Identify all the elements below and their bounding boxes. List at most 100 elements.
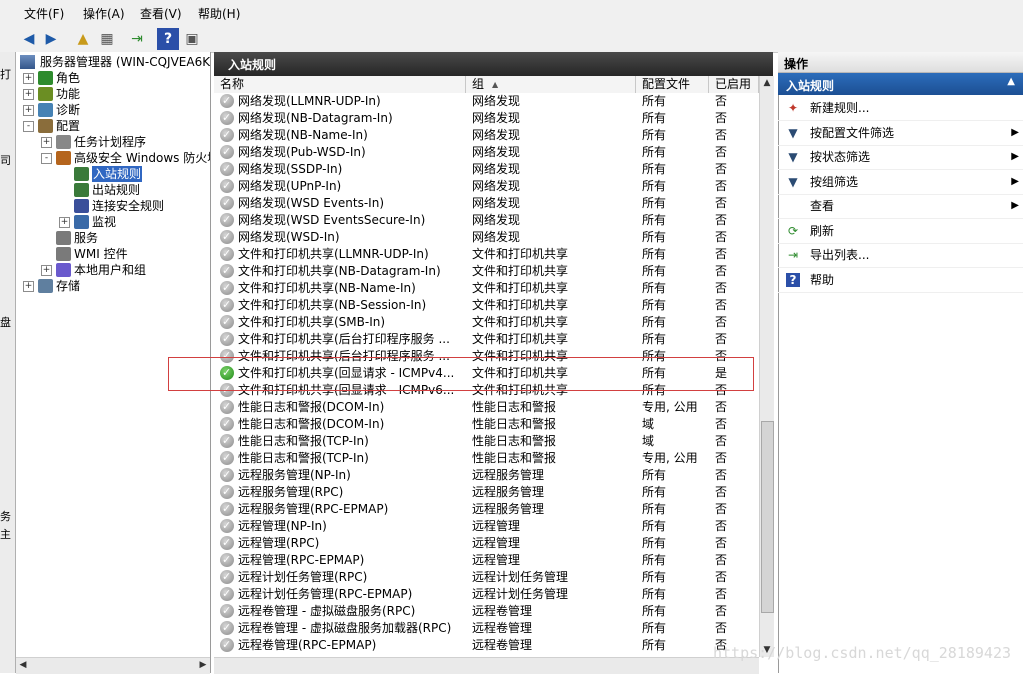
back-icon[interactable]: ◀ <box>18 28 40 50</box>
expand-icon[interactable]: + <box>41 265 52 276</box>
expand-icon[interactable]: + <box>41 137 52 148</box>
tree-item[interactable]: 出站规则 <box>16 182 210 198</box>
action-1[interactable]: ▼ 按配置文件筛选 ▶ <box>778 121 1023 146</box>
rule-name: 网络发现(SSDP-In) <box>238 162 343 176</box>
list-vertical-scrollbar[interactable]: ▲ ▼ <box>759 76 774 657</box>
action-0[interactable]: ✦ 新建规则... <box>778 96 1023 121</box>
tree-item[interactable]: + 任务计划程序 <box>16 134 210 150</box>
rule-row[interactable]: 文件和打印机共享(后台打印程序服务 ... 文件和打印机共享 所有 否 <box>214 330 759 348</box>
expand-icon[interactable]: + <box>23 89 34 100</box>
rule-row[interactable]: 远程计划任务管理(RPC) 远程计划任务管理 所有 否 <box>214 568 759 586</box>
collapse-icon[interactable]: ▲ <box>1007 76 1015 87</box>
action-5[interactable]: ⟳ 刷新 <box>778 219 1023 244</box>
tree-horizontal-scrollbar[interactable]: ◀ ▶ <box>16 657 210 674</box>
menu-item[interactable]: 文件(F) <box>24 5 64 22</box>
rule-row[interactable]: 远程服务管理(RPC-EPMAP) 远程服务管理 所有 否 <box>214 500 759 518</box>
column-enabled[interactable]: 已启用 <box>709 76 759 93</box>
rule-row[interactable]: 远程卷管理 - 虚拟磁盘服务加载器(RPC) 远程卷管理 所有 否 <box>214 619 759 637</box>
rule-row[interactable]: 网络发现(NB-Datagram-In) 网络发现 所有 否 <box>214 109 759 127</box>
scroll-up-icon[interactable]: ▲ <box>760 76 774 90</box>
rule-row[interactable]: 性能日志和警报(DCOM-In) 性能日志和警报 域 否 <box>214 415 759 433</box>
collapse-icon[interactable]: - <box>23 121 34 132</box>
rule-name: 性能日志和警报(DCOM-In) <box>238 417 385 431</box>
rule-enabled: 否 <box>715 417 728 431</box>
scroll-thumb[interactable] <box>761 421 774 613</box>
list-horizontal-scrollbar[interactable] <box>214 657 759 674</box>
expand-icon[interactable]: + <box>23 105 34 116</box>
rule-row[interactable]: 远程管理(RPC) 远程管理 所有 否 <box>214 534 759 552</box>
action-2[interactable]: ▼ 按状态筛选 ▶ <box>778 145 1023 170</box>
rule-row[interactable]: 文件和打印机共享(NB-Session-In) 文件和打印机共享 所有 否 <box>214 296 759 314</box>
rule-row[interactable]: 远程计划任务管理(RPC-EPMAP) 远程计划任务管理 所有 否 <box>214 585 759 603</box>
collapse-icon[interactable]: - <box>41 153 52 164</box>
tree-item[interactable]: 入站规则 <box>16 166 210 182</box>
tree-item[interactable]: 连接安全规则 <box>16 198 210 214</box>
rule-row[interactable]: 远程服务管理(NP-In) 远程服务管理 所有 否 <box>214 466 759 484</box>
rule-name: 网络发现(WSD EventsSecure-In) <box>238 213 426 227</box>
rule-row[interactable]: 网络发现(NB-Name-In) 网络发现 所有 否 <box>214 126 759 144</box>
rule-row[interactable]: 文件和打印机共享(NB-Name-In) 文件和打印机共享 所有 否 <box>214 279 759 297</box>
tree-item[interactable]: + 本地用户和组 <box>16 262 210 278</box>
action-7[interactable]: ? 帮助 <box>778 268 1023 293</box>
rule-row[interactable]: 网络发现(LLMNR-UDP-In) 网络发现 所有 否 <box>214 93 759 110</box>
tree-item[interactable]: + 存储 <box>16 278 210 294</box>
rule-row[interactable]: 性能日志和警报(TCP-In) 性能日志和警报 域 否 <box>214 432 759 450</box>
rule-row[interactable]: 远程服务管理(RPC) 远程服务管理 所有 否 <box>214 483 759 501</box>
rule-row[interactable]: 网络发现(WSD-In) 网络发现 所有 否 <box>214 228 759 246</box>
forward-icon[interactable]: ▶ <box>40 28 62 50</box>
submenu-arrow-icon: ▶ <box>1011 200 1019 211</box>
rule-row[interactable]: 网络发现(UPnP-In) 网络发现 所有 否 <box>214 177 759 195</box>
column-group[interactable]: 组 ▲ <box>466 76 636 93</box>
rule-enabled: 否 <box>715 587 728 601</box>
tree-item[interactable]: - 配置 <box>16 118 210 134</box>
expand-icon[interactable]: + <box>59 217 70 228</box>
scroll-right-icon[interactable]: ▶ <box>196 658 210 672</box>
tree-item[interactable]: + 功能 <box>16 86 210 102</box>
rule-profile: 所有 <box>642 315 667 329</box>
menu-item[interactable]: 操作(A) <box>83 5 125 22</box>
rule-row[interactable]: 远程管理(NP-In) 远程管理 所有 否 <box>214 517 759 535</box>
show-hide-action-pane-icon[interactable]: ▣ <box>181 28 203 50</box>
column-name[interactable]: 名称 <box>214 76 466 93</box>
expand-icon[interactable]: + <box>23 73 34 84</box>
rule-row[interactable]: 性能日志和警报(DCOM-In) 性能日志和警报 专用, 公用 否 <box>214 398 759 416</box>
up-folder-icon[interactable]: ▲ <box>72 28 94 50</box>
export-icon[interactable]: ⇥ <box>126 28 148 50</box>
scroll-left-icon[interactable]: ◀ <box>16 658 30 672</box>
rule-row[interactable]: 文件和打印机共享(SMB-In) 文件和打印机共享 所有 否 <box>214 313 759 331</box>
tree-item[interactable]: 服务 <box>16 230 210 246</box>
tree-item[interactable]: + 监视 <box>16 214 210 230</box>
rule-disabled-icon <box>220 415 234 432</box>
rule-name: 文件和打印机共享(LLMNR-UDP-In) <box>238 247 429 261</box>
rule-row[interactable]: 远程卷管理(RPC-EPMAP)远程卷管理所有否 <box>214 636 759 654</box>
background-text: 打 <box>0 68 11 81</box>
action-4[interactable]: 查看 ▶ <box>778 194 1023 219</box>
column-profile[interactable]: 配置文件 <box>636 76 709 93</box>
rule-row[interactable]: 网络发现(SSDP-In) 网络发现 所有 否 <box>214 160 759 178</box>
rule-disabled-icon <box>220 568 234 585</box>
rule-row[interactable]: 网络发现(WSD EventsSecure-In) 网络发现 所有 否 <box>214 211 759 229</box>
actions-section-header[interactable]: 入站规则 ▲ <box>778 73 1023 95</box>
help-icon[interactable]: ? <box>157 28 179 50</box>
rule-row[interactable]: 文件和打印机共享(LLMNR-UDP-In) 文件和打印机共享 所有 否 <box>214 245 759 263</box>
rule-row[interactable]: 网络发现(Pub-WSD-In) 网络发现 所有 否 <box>214 143 759 161</box>
action-6[interactable]: ⇥ 导出列表... <box>778 243 1023 268</box>
rule-row[interactable]: 文件和打印机共享(NB-Datagram-In) 文件和打印机共享 所有 否 <box>214 262 759 280</box>
tree-item[interactable]: + 角色 <box>16 70 210 86</box>
show-hide-tree-icon[interactable]: ▦ <box>96 28 118 50</box>
action-3[interactable]: ▼ 按组筛选 ▶ <box>778 170 1023 195</box>
menu-item[interactable]: 帮助(H) <box>198 5 240 22</box>
rule-row[interactable]: 性能日志和警报(TCP-In) 性能日志和警报 专用, 公用 否 <box>214 449 759 467</box>
expand-icon[interactable]: + <box>23 281 34 292</box>
background-text: 主 <box>0 528 11 541</box>
tree-item[interactable]: WMI 控件 <box>16 246 210 262</box>
rule-row[interactable]: 远程卷管理 - 虚拟磁盘服务(RPC) 远程卷管理 所有 否 <box>214 602 759 620</box>
tree-item[interactable]: - 高级安全 Windows 防火墙 <box>16 150 210 166</box>
rule-name: 网络发现(WSD-In) <box>238 230 340 244</box>
rule-row[interactable]: 网络发现(WSD Events-In) 网络发现 所有 否 <box>214 194 759 212</box>
action-label: 新建规则... <box>810 101 870 115</box>
tree-item[interactable]: + 诊断 <box>16 102 210 118</box>
rule-row[interactable]: 远程管理(RPC-EPMAP) 远程管理 所有 否 <box>214 551 759 569</box>
menu-item[interactable]: 查看(V) <box>140 5 182 22</box>
rule-disabled-icon <box>220 534 234 551</box>
